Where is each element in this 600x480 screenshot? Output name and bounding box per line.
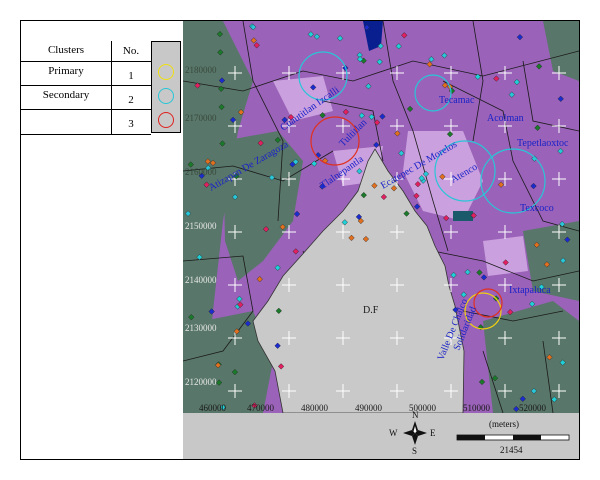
legend-row-no: 2 (111, 86, 150, 110)
place-label-tepetlaoxtoc: Tepetlaoxtoc (517, 138, 569, 149)
place-label-texcoco: Texcoco (520, 203, 554, 214)
compass-n: N (412, 410, 419, 420)
legend-panel: Clusters No. Primary 1 Secondary 2 3 (21, 21, 184, 459)
place-label-df: D.F (363, 305, 379, 316)
place-label-tecamac: Tecamac (439, 95, 475, 106)
legend-swatch-column (151, 41, 181, 133)
x-tick-label: 520000 (519, 403, 547, 413)
compass-s: S (412, 446, 417, 456)
y-tick-label: 2140000 (185, 275, 217, 285)
map-area: 2180000 2170000 2160000 2150000 2140000 … (183, 21, 579, 459)
legend-row-name: Primary (48, 65, 84, 77)
legend-row-no: 1 (111, 62, 150, 86)
cluster-2-circle-icon (158, 88, 174, 104)
cluster-1-circle-icon (158, 64, 174, 80)
y-tick-label: 2170000 (185, 113, 217, 123)
y-tick-label: 2180000 (185, 65, 217, 75)
compass-e: E (430, 428, 436, 438)
legend-row-secondary: Secondary 2 (21, 85, 151, 110)
x-tick-label: 460000 (199, 403, 227, 413)
legend-row-no: 3 (111, 110, 150, 134)
legend-row-3: 3 (21, 109, 151, 135)
x-tick-label: 510000 (463, 403, 491, 413)
legend-row-name: Secondary (42, 89, 90, 101)
lake-patch (453, 211, 473, 221)
y-tick-label: 2150000 (185, 221, 217, 231)
legend-header-clusters: Clusters (47, 44, 85, 56)
legend-row-primary: Primary 1 (21, 61, 151, 86)
x-tick-label: 470000 (247, 403, 275, 413)
map-svg: 2180000 2170000 2160000 2150000 2140000 … (183, 21, 579, 459)
x-tick-label: 480000 (301, 403, 329, 413)
figure-frame: Clusters No. Primary 1 Secondary 2 3 218… (20, 20, 580, 460)
compass-w: W (389, 428, 398, 438)
legend-header-row: Clusters No. (21, 41, 151, 61)
place-label-acolman: Acolman (487, 113, 524, 124)
legend-header-no: No. (111, 41, 150, 61)
x-tick-label: 490000 (355, 403, 383, 413)
y-tick-label: 2130000 (185, 323, 217, 333)
y-tick-label: 2160000 (185, 167, 217, 177)
cluster-3-circle-icon (158, 112, 174, 128)
scale-value: 21454 (500, 445, 523, 455)
y-tick-label: 2120000 (185, 377, 217, 387)
scale-unit: (meters) (489, 419, 519, 429)
place-label-ixtapaluca: Ixtapaluca (509, 285, 551, 296)
